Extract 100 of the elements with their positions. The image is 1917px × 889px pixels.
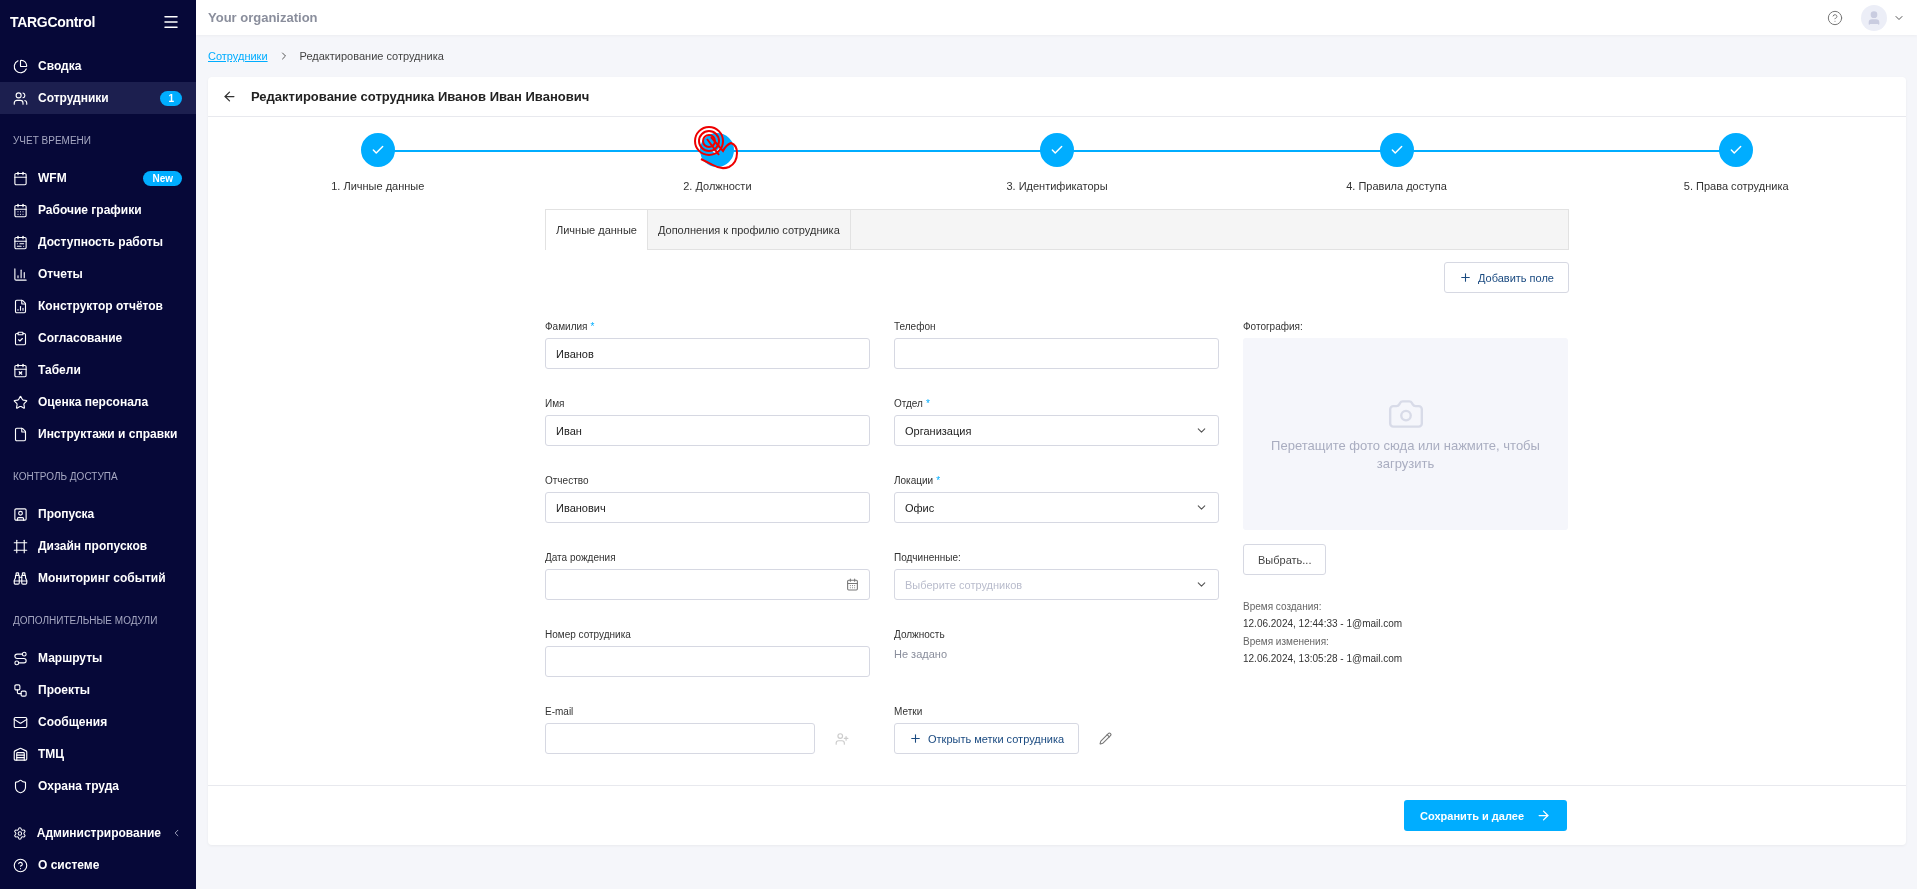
section-heading: УЧЕТ ВРЕМЕНИ — [12, 133, 92, 148]
section-heading: ДОПОЛНИТЕЛЬНЫЕ МОДУЛИ — [12, 613, 159, 628]
plus-icon — [1458, 271, 1472, 284]
field-label: Фотография: — [1243, 321, 1304, 334]
meta-label: Время изменения: — [1243, 636, 1330, 647]
count-badge: New — [143, 170, 182, 186]
sidebar-item-label: Согласование — [38, 331, 124, 345]
warehouse-icon — [13, 746, 28, 762]
meta-value: 12.06.2024, 12:44:33 - 1@mail.com — [1243, 618, 1404, 629]
text-field[interactable]: Иванов — [545, 338, 870, 369]
calendar-icon — [13, 234, 28, 250]
add-field-button[interactable]: Добавить поле — [1443, 262, 1569, 293]
sidebar-item-label: Охрана труда — [38, 779, 120, 793]
field-label: Отчество — [545, 475, 590, 488]
sidebar-item[interactable]: Доступность работы — [0, 226, 196, 258]
sidebar-item[interactable]: WFM New — [0, 162, 196, 194]
shield-icon — [13, 778, 28, 794]
check-icon — [1729, 143, 1744, 157]
menu-icon[interactable] — [162, 13, 180, 31]
sidebar-item[interactable]: Сводка — [0, 50, 196, 82]
step-label: 5. Права сотрудника — [1683, 180, 1789, 192]
check-icon — [370, 143, 385, 157]
select-field[interactable]: Офис — [894, 492, 1219, 523]
sidebar-item[interactable]: Конструктор отчётов — [0, 290, 196, 322]
text-field[interactable]: Иванович — [545, 492, 870, 523]
sidebar-item-label: О системе — [38, 858, 101, 872]
sidebar-item[interactable]: Инструктажи и справки — [0, 418, 196, 450]
open-tags-button[interactable]: Открыть метки сотрудника — [894, 723, 1080, 754]
text-field[interactable] — [894, 338, 1219, 369]
step-label: 2. Должности — [683, 180, 752, 192]
field-label: Отдел * — [894, 398, 931, 411]
pencil-icon[interactable] — [1099, 732, 1113, 745]
dropzone-hint: Перетащите фото сюда или нажмите, чтобы загрузить — [1270, 437, 1541, 473]
sidebar-item[interactable]: О системе — [0, 849, 196, 881]
calendar-icon — [13, 170, 28, 186]
tab[interactable]: Дополнения к профилю сотрудника — [647, 210, 851, 249]
sidebar-item-label: Мониторинг событий — [38, 571, 167, 585]
calendar-icon — [846, 578, 859, 591]
field-label: Имя — [545, 398, 566, 411]
logo: TARGControl — [10, 14, 96, 30]
field-label: Метки — [894, 706, 924, 719]
sidebar-item[interactable]: Охрана труда — [0, 770, 196, 802]
field-label: Телефон — [894, 321, 937, 334]
sidebar-item[interactable]: Отчеты — [0, 258, 196, 290]
report-icon — [13, 298, 28, 314]
bar-chart-icon — [13, 266, 28, 282]
field-label: Подчиненные: — [894, 552, 962, 565]
text-field[interactable]: Иван — [545, 415, 870, 446]
arrow-right-icon — [1536, 808, 1551, 823]
sidebar-item-label: Маршруты — [38, 651, 104, 665]
sidebar-item[interactable]: Администрирование — [0, 817, 196, 849]
sidebar-item-label: Сводка — [38, 59, 83, 73]
avatar[interactable] — [1861, 4, 1887, 31]
meta-label: Время создания: — [1243, 601, 1323, 612]
text-field[interactable] — [545, 646, 870, 677]
field-label: Фамилия * — [545, 321, 596, 334]
step-label: 4. Правила доступа — [1346, 180, 1447, 192]
organization-name: Your organization — [208, 10, 318, 25]
sidebar-item-label: Пропуска — [38, 507, 96, 521]
email-field[interactable] — [545, 723, 815, 754]
field-label: Дата рождения — [545, 552, 617, 565]
settings-icon — [13, 825, 27, 841]
clipboard-check-icon — [13, 330, 28, 346]
sidebar-item[interactable]: Дизайн пропусков — [0, 530, 196, 562]
sidebar-item[interactable]: Табели — [0, 354, 196, 386]
select-field[interactable]: Организация — [894, 415, 1219, 446]
sidebar-item-label: Конструктор отчётов — [38, 299, 164, 313]
sidebar-item-label: Проекты — [38, 683, 92, 697]
sidebar-item[interactable]: Маршруты — [0, 642, 196, 674]
sidebar-item[interactable]: Согласование — [0, 322, 196, 354]
sidebar-item[interactable]: Проекты — [0, 674, 196, 706]
sidebar-item[interactable]: Оценка персонала — [0, 386, 196, 418]
meta-value: 12.06.2024, 13:05:28 - 1@mail.com — [1243, 653, 1404, 664]
star-icon — [13, 394, 28, 410]
sidebar-item-label: Оценка персонала — [38, 395, 150, 409]
plus-icon — [909, 732, 922, 745]
sidebar-item[interactable]: Пропуска — [0, 498, 196, 530]
breadcrumb-current: Редактирование сотрудника — [299, 50, 444, 62]
field-label: Локации * — [894, 475, 942, 488]
sidebar-item[interactable]: Мониторинг событий — [0, 562, 196, 594]
section-heading: КОНТРОЛЬ ДОСТУПА — [12, 469, 119, 484]
sidebar-item-label: WFM — [38, 171, 68, 185]
field-value: Не задано — [894, 648, 948, 660]
users-icon — [13, 90, 28, 106]
sidebar-item-label: ТМЦ — [38, 747, 66, 761]
file-icon — [13, 426, 28, 442]
sidebar-item[interactable]: ТМЦ — [0, 738, 196, 770]
tab[interactable]: Личные данные — [546, 210, 648, 250]
choose-button[interactable]: Выбрать... — [1243, 544, 1327, 575]
count-badge: 1 — [160, 90, 182, 106]
add-user-icon[interactable] — [835, 731, 849, 746]
sidebar-item-label: Сотрудники — [38, 91, 110, 105]
sidebar-item[interactable]: Рабочие графики — [0, 194, 196, 226]
sidebar-item[interactable]: Сообщения — [0, 706, 196, 738]
sidebar-item[interactable]: Сотрудники 1 — [0, 82, 196, 114]
date-field[interactable] — [545, 569, 870, 600]
help-icon[interactable] — [1827, 9, 1843, 26]
binoculars-icon — [13, 570, 28, 586]
calendar-icon — [13, 202, 28, 218]
sidebar-item-label: Табели — [38, 363, 82, 377]
